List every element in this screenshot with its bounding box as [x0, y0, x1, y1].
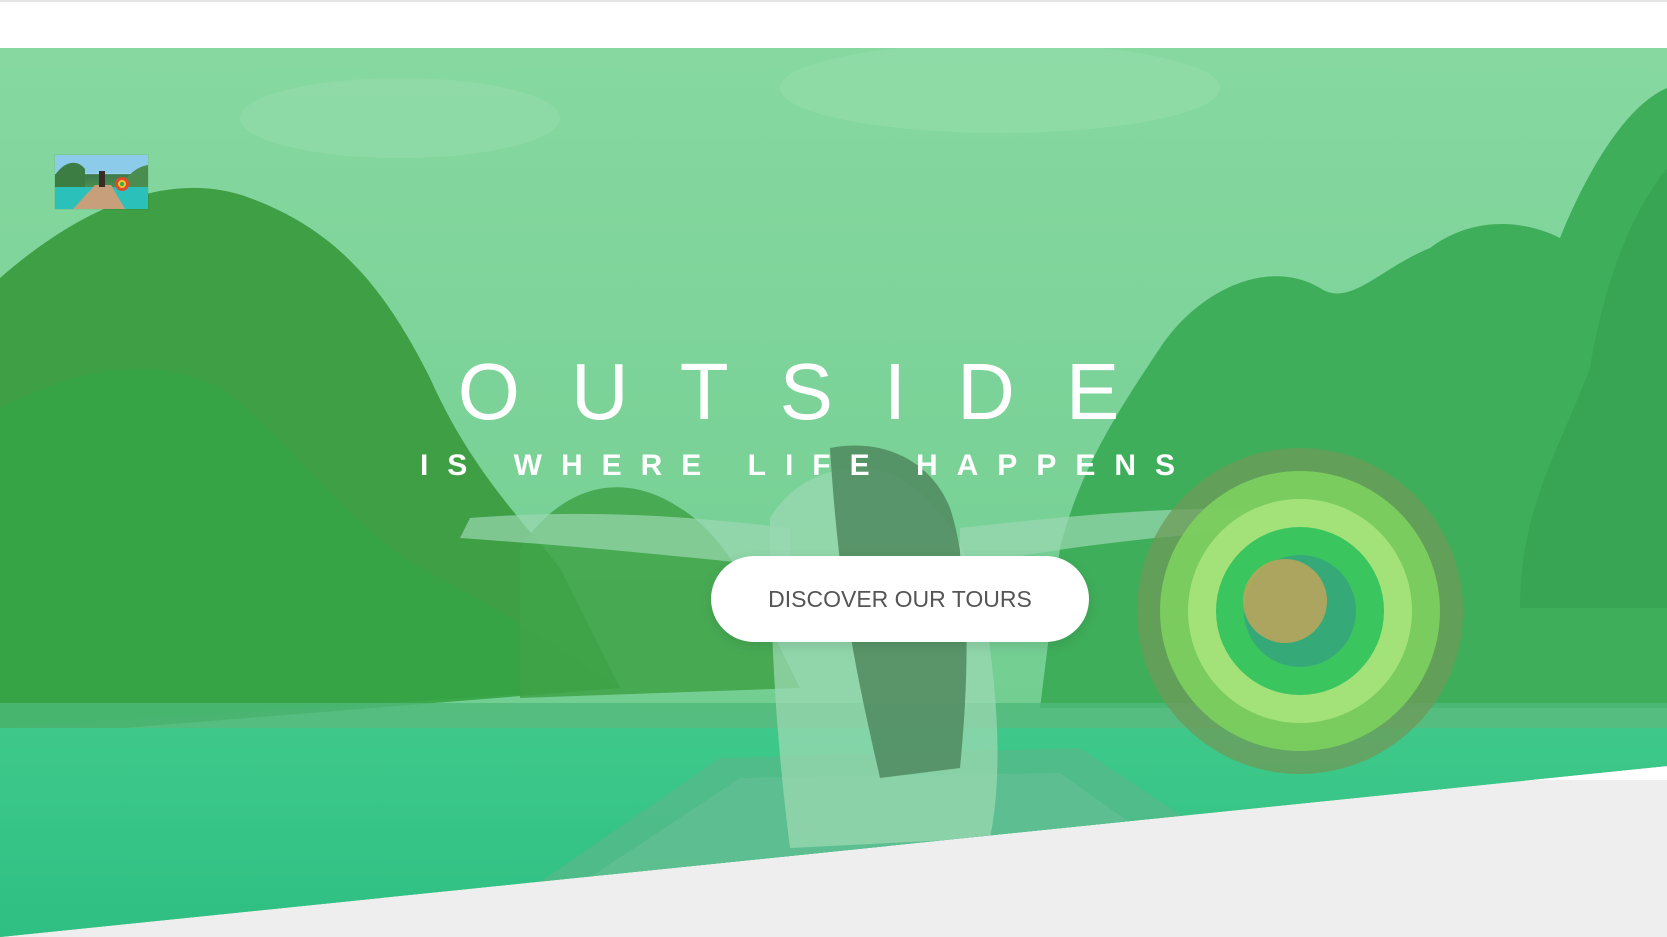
- logo-photo-icon: [55, 155, 148, 209]
- hero-headline: OUTSIDE: [457, 346, 1171, 436]
- page: OUTSIDE IS WHERE LIFE HAPPENS DISCOVER O…: [0, 0, 1667, 937]
- discover-tours-button[interactable]: DISCOVER OUR TOURS: [711, 556, 1089, 642]
- site-logo[interactable]: [55, 155, 148, 209]
- top-divider: [0, 0, 1667, 2]
- hero-subheadline: IS WHERE LIFE HAPPENS: [419, 448, 1195, 482]
